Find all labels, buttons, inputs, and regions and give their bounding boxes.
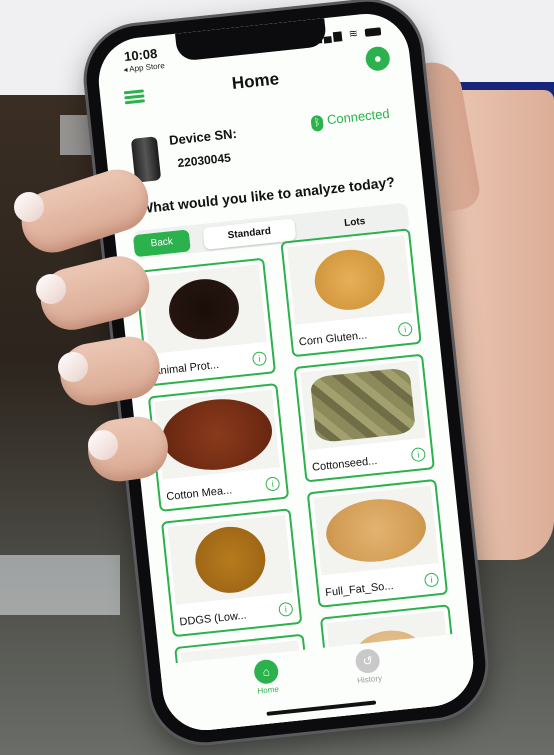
item-label: Corn Gluten... <box>298 329 368 349</box>
fingernail <box>36 274 66 304</box>
item-sample <box>192 523 269 597</box>
list-item[interactable]: Corn Gluten... i <box>280 228 422 358</box>
info-icon[interactable]: i <box>264 476 281 492</box>
home-icon: ⌂ <box>253 658 280 685</box>
connection-status: ᛒ Connected <box>310 106 390 132</box>
list-item[interactable]: Full_Fat_So... i <box>306 478 449 608</box>
item-sample <box>158 393 276 476</box>
item-sample <box>166 275 242 343</box>
device-sn-label: Device SN: <box>168 125 238 148</box>
nav-home[interactable]: ⌂ Home <box>240 657 293 697</box>
connection-status-text: Connected <box>326 105 391 128</box>
item-image <box>313 485 439 576</box>
feed-grid: Animal Prot... i Corn Gluten... i Cotton… <box>134 228 462 735</box>
item-sample <box>323 494 430 567</box>
info-icon[interactable]: i <box>397 321 413 338</box>
background-window <box>0 555 120 615</box>
nav-history[interactable]: ↺ History <box>342 647 395 687</box>
fingernail <box>14 192 44 222</box>
history-icon: ↺ <box>354 647 381 675</box>
bluetooth-icon: ᛒ <box>310 114 325 132</box>
info-icon[interactable]: i <box>410 446 427 463</box>
back-button[interactable]: Back <box>132 229 191 258</box>
item-label: DDGS (Low... <box>178 609 248 629</box>
item-label: Full_Fat_So... <box>324 579 395 600</box>
item-label: Animal Prot... <box>152 359 220 378</box>
item-sample <box>311 246 388 314</box>
item-sample <box>309 367 417 444</box>
info-icon[interactable]: i <box>278 601 294 618</box>
device-serial: 22030045 <box>176 150 232 171</box>
item-image <box>286 234 413 325</box>
list-item[interactable]: Cotton Mea... i <box>147 382 290 512</box>
list-item[interactable]: DDGS (Low... i <box>160 508 303 638</box>
item-image <box>300 360 426 451</box>
item-image <box>154 389 280 480</box>
fingernail <box>88 430 118 460</box>
nav-home-label: Home <box>257 684 280 696</box>
item-label: Cotton Mea... <box>165 484 233 504</box>
item-image <box>167 514 294 605</box>
info-icon[interactable]: i <box>251 351 268 367</box>
battery-icon <box>364 27 382 37</box>
home-indicator <box>266 700 377 716</box>
fingernail <box>58 352 88 382</box>
item-image <box>141 264 267 355</box>
info-icon[interactable]: i <box>423 572 440 588</box>
list-item[interactable]: Cottonseed... i <box>293 353 435 483</box>
nav-history-label: History <box>356 673 383 686</box>
item-label: Cottonseed... <box>311 454 378 474</box>
